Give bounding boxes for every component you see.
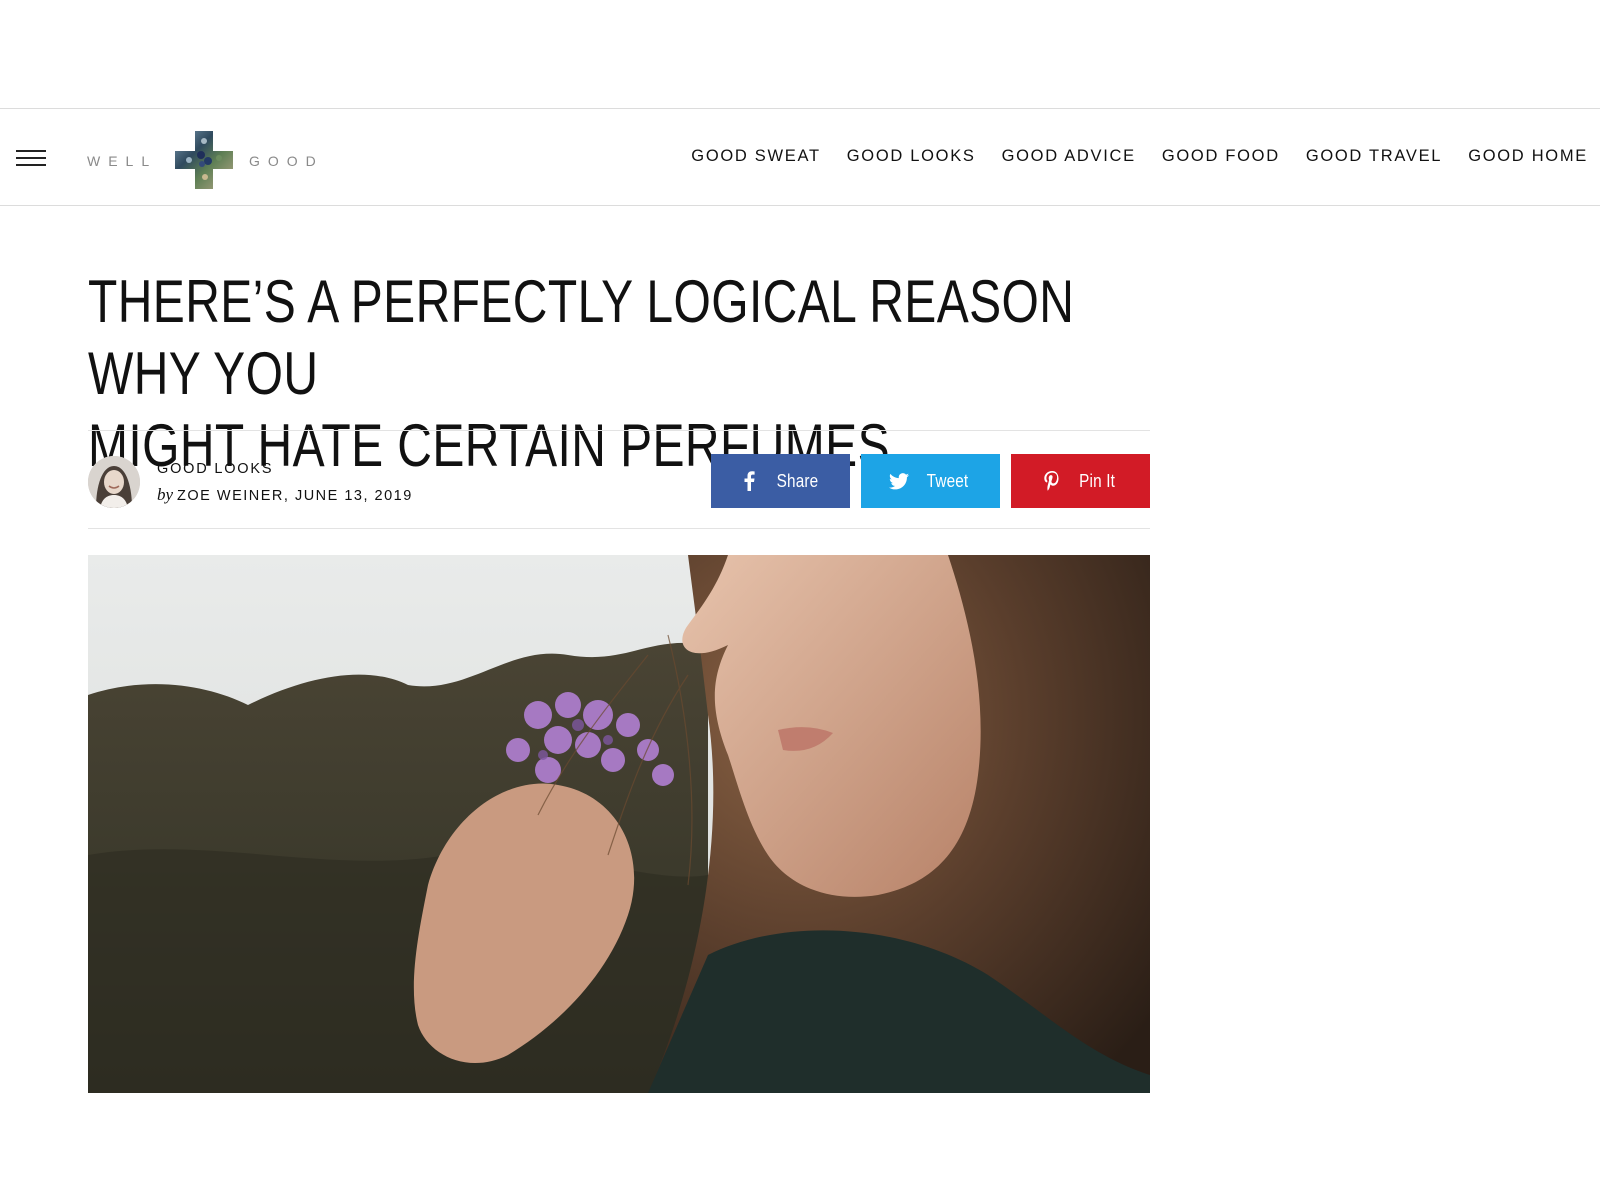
avatar-image bbox=[88, 456, 140, 508]
twitter-tweet-label: Tweet bbox=[926, 470, 969, 491]
twitter-tweet-button[interactable]: Tweet bbox=[861, 454, 1000, 508]
nav-item-good-travel[interactable]: GOOD TRAVEL bbox=[1306, 147, 1442, 166]
headline-line-1: THERE’S A PERFECTLY LOGICAL REASON WHY Y… bbox=[88, 268, 1075, 407]
nav-item-good-home[interactable]: GOOD HOME bbox=[1468, 147, 1588, 166]
nav-item-good-advice[interactable]: GOOD ADVICE bbox=[1002, 147, 1136, 166]
ad-space bbox=[0, 0, 1600, 108]
byline: GOOD LOOKS by ZOE WEINER, JUNE 13, 2019 S… bbox=[88, 454, 1150, 510]
article-category-link[interactable]: GOOD LOOKS bbox=[157, 461, 413, 477]
nav-item-good-sweat[interactable]: GOOD SWEAT bbox=[691, 147, 820, 166]
author-and-date[interactable]: ZOE WEINER, JUNE 13, 2019 bbox=[177, 488, 413, 504]
main-nav: GOOD SWEAT GOOD LOOKS GOOD ADVICE GOOD F… bbox=[691, 147, 1588, 166]
share-buttons: Share Tweet Pin It bbox=[711, 454, 1150, 508]
hero-photo-woman-smelling-flowers bbox=[88, 555, 1150, 1093]
logo-word-well: WELL bbox=[87, 153, 158, 169]
logo-cross-icon bbox=[175, 131, 233, 189]
nav-item-good-looks[interactable]: GOOD LOOKS bbox=[847, 147, 976, 166]
facebook-share-label: Share bbox=[776, 470, 819, 491]
hero-image bbox=[88, 555, 1150, 1093]
facebook-share-button[interactable]: Share bbox=[711, 454, 850, 508]
nav-item-good-food[interactable]: GOOD FOOD bbox=[1162, 147, 1280, 166]
site-logo[interactable]: WELL GOOD bbox=[87, 131, 327, 189]
byline-divider-top bbox=[88, 430, 1150, 431]
hamburger-menu-icon[interactable] bbox=[16, 150, 46, 167]
site-header: WELL GOOD GOOD SWEAT GOOD LOOKS GOOD ADV… bbox=[0, 108, 1600, 206]
by-word: by bbox=[157, 485, 174, 504]
logo-word-good: GOOD bbox=[249, 153, 324, 169]
author-avatar[interactable] bbox=[88, 456, 140, 508]
pinterest-pin-label: Pin It bbox=[1079, 470, 1116, 491]
byline-divider-bottom bbox=[88, 528, 1150, 529]
twitter-icon bbox=[888, 471, 909, 491]
byline-meta: GOOD LOOKS by ZOE WEINER, JUNE 13, 2019 bbox=[157, 461, 413, 505]
facebook-icon bbox=[739, 471, 759, 491]
article: THERE’S A PERFECTLY LOGICAL REASON WHY Y… bbox=[88, 206, 1150, 1093]
author-line: by ZOE WEINER, JUNE 13, 2019 bbox=[157, 485, 413, 505]
article-headline: THERE’S A PERFECTLY LOGICAL REASON WHY Y… bbox=[88, 266, 1136, 482]
pinterest-icon bbox=[1042, 471, 1062, 491]
pinterest-pin-button[interactable]: Pin It bbox=[1011, 454, 1150, 508]
